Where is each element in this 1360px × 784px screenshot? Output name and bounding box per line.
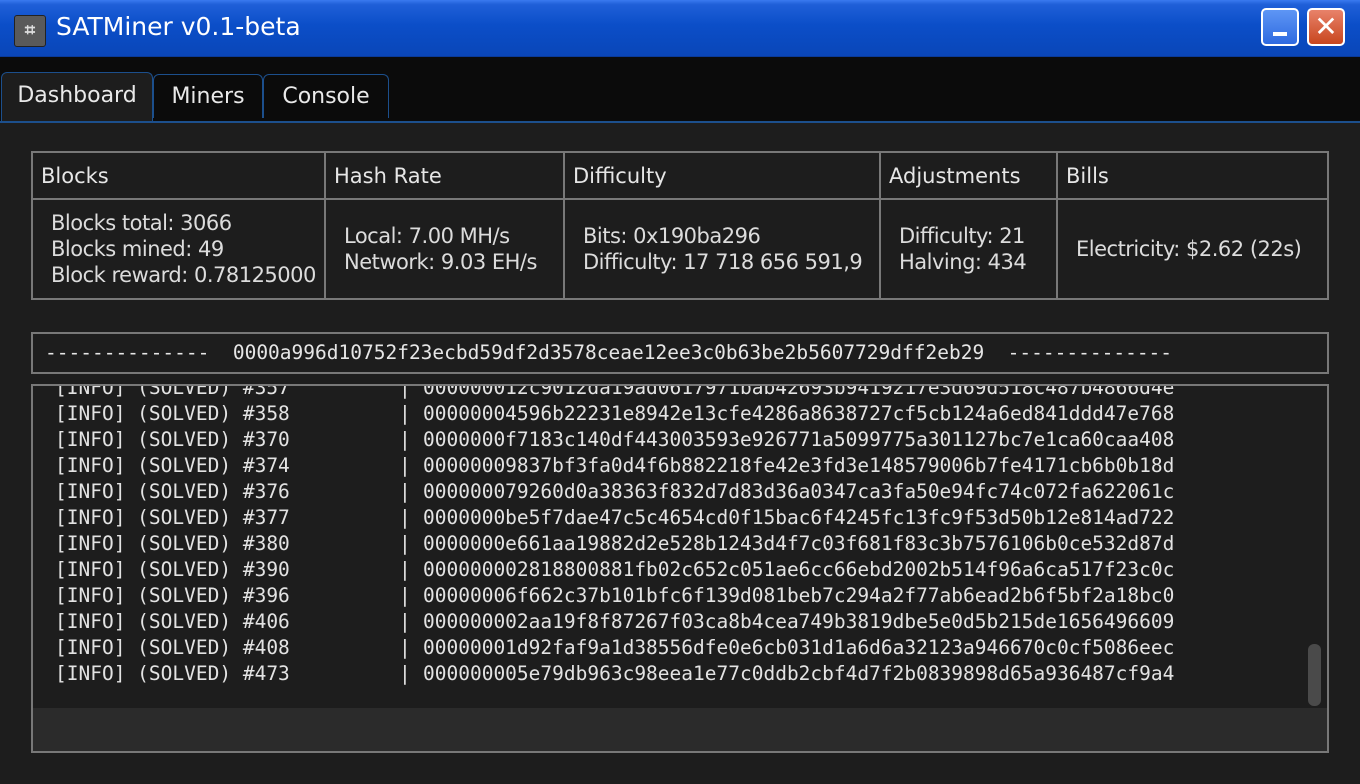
log-separator: | xyxy=(399,454,411,477)
log-separator: | xyxy=(399,636,411,659)
log-separator: | xyxy=(399,506,411,529)
local-hash-rate: Local: 7.00 MH/s xyxy=(344,224,510,248)
close-button[interactable]: ✕ xyxy=(1307,8,1345,46)
log-entry-text: [INFO] (SOLVED) #473 xyxy=(55,662,290,685)
app-icon[interactable]: ⌗ xyxy=(14,15,46,47)
log-separator: | xyxy=(399,584,411,607)
current-hash-bar: -------------- 0000a996d10752f23ecbd59df… xyxy=(31,332,1329,374)
title-bar[interactable]: ⌗ SATMiner v0.1-beta ✕ xyxy=(0,0,1360,57)
bills-column: Bills Electricity: $2.62 (22s) xyxy=(1056,153,1327,298)
scrollbar-thumb[interactable] xyxy=(1308,644,1321,706)
difficulty-header: Difficulty xyxy=(565,153,879,200)
tab-dashboard[interactable]: Dashboard xyxy=(1,72,153,121)
log-entry-text: [INFO] (SOLVED) #390 xyxy=(55,558,290,581)
log-entry-hash: 0000000e661aa19882d2e528b1243d4f7c03f681… xyxy=(423,532,1175,555)
log-entry-text: [INFO] (SOLVED) #377 xyxy=(55,506,290,529)
difficulty-adjustments: Difficulty: 21 xyxy=(899,224,1025,248)
difficulty-value: Difficulty: 17 718 656 591,9 xyxy=(583,250,863,274)
blocks-total: Blocks total: 3066 xyxy=(51,211,232,235)
adjustments-header: Adjustments xyxy=(881,153,1056,200)
log-separator: | xyxy=(399,386,411,399)
difficulty-column: Difficulty Bits: 0x190ba296 Difficulty: … xyxy=(563,153,879,298)
adjustments-column: Adjustments Difficulty: 21 Halving: 434 xyxy=(879,153,1056,298)
log-separator: | xyxy=(399,558,411,581)
log-entry-text: [INFO] (SOLVED) #406 xyxy=(55,610,290,633)
log-separator: | xyxy=(399,402,411,425)
hash-rate-header: Hash Rate xyxy=(326,153,563,200)
hash-rate-column: Hash Rate Local: 7.00 MH/s Network: 9.03… xyxy=(324,153,563,298)
log-entry-text: [INFO] (SOLVED) #380 xyxy=(55,532,290,555)
log-entry-hash: 00000004596b22231e8942e13cfe4286a8638727… xyxy=(423,402,1175,425)
log-scrollbar[interactable] xyxy=(1303,386,1327,708)
log-entry-hash: 00000006f662c37b101bfc6f139d081beb7c294a… xyxy=(423,584,1175,607)
close-icon: ✕ xyxy=(1314,10,1338,43)
log-separator: | xyxy=(399,662,411,685)
log-separator: | xyxy=(399,428,411,451)
log-entry-hash: 000000079260d0a38363f832d7d83d36a0347ca3… xyxy=(423,480,1175,503)
log-entry-hash: 000000002818800881fb02c652c051ae6cc66ebd… xyxy=(423,558,1175,581)
log-entry-hash: 0000000be5f7dae47c5c4654cd0f15bac6f4245f… xyxy=(423,506,1175,529)
log-entry-text: [INFO] (SOLVED) #358 xyxy=(55,402,290,425)
blocks-header: Blocks xyxy=(33,153,324,200)
log-entry-text: [INFO] (SOLVED) #357 xyxy=(55,386,290,399)
stats-table: Blocks Blocks total: 3066 Blocks mined: … xyxy=(31,151,1329,300)
network-hash-rate: Network: 9.03 EH/s xyxy=(344,250,537,274)
minimize-button[interactable] xyxy=(1261,8,1299,46)
log-viewport[interactable]: [INFO] (SOLVED) #357 | 000000012c9012da19a… xyxy=(33,386,1327,708)
log-footer xyxy=(33,708,1327,751)
log-separator: | xyxy=(399,610,411,633)
log-entry-text: [INFO] (SOLVED) #396 xyxy=(55,584,290,607)
app-window: ⌗ SATMiner v0.1-beta ✕ Dashboard Miners … xyxy=(0,0,1360,784)
difficulty-bits: Bits: 0x190ba296 xyxy=(583,224,761,248)
log-entry-text: [INFO] (SOLVED) #370 xyxy=(55,428,290,451)
log-entry-text: [INFO] (SOLVED) #374 xyxy=(55,454,290,477)
blocks-column: Blocks Blocks total: 3066 Blocks mined: … xyxy=(33,153,324,298)
log-entry-hash: 00000009837bf3fa0d4f6b882218fe42e3fd3e14… xyxy=(423,454,1175,477)
log-separator: | xyxy=(399,480,411,503)
log-entry-text: [INFO] (SOLVED) #408 xyxy=(55,636,290,659)
log-entry-hash: 000000002aa19f8f87267f03ca8b4cea749b3819… xyxy=(423,610,1175,633)
block-reward: Block reward: 0.78125000 xyxy=(51,263,316,287)
window-title: SATMiner v0.1-beta xyxy=(56,12,301,41)
tab-miners[interactable]: Miners xyxy=(153,74,263,118)
console-log[interactable]: [INFO] (SOLVED) #357 | 000000012c9012da19a… xyxy=(31,384,1329,753)
blocks-mined: Blocks mined: 49 xyxy=(51,237,224,261)
log-entry-hash: 00000001d92faf9a1d38556dfe0e6cb031d1a6d6… xyxy=(423,636,1175,659)
tab-console[interactable]: Console xyxy=(263,74,389,118)
tab-bar: Dashboard Miners Console xyxy=(0,57,1360,123)
log-entry-hash: 000000012c9012da19ad0617971bab42693b9419… xyxy=(423,386,1175,399)
electricity-bill: Electricity: $2.62 (22s) xyxy=(1076,237,1302,261)
log-entry-hash: 000000005e79db963c98eea1e77c0ddb2cbf4d7f… xyxy=(423,662,1175,685)
halving-adjustments: Halving: 434 xyxy=(899,250,1027,274)
log-entry-hash: 0000000f7183c140df443003593e926771a50997… xyxy=(423,428,1175,451)
log-entry-text: [INFO] (SOLVED) #376 xyxy=(55,480,290,503)
log-separator: | xyxy=(399,532,411,555)
bills-header: Bills xyxy=(1058,153,1327,200)
minimize-icon xyxy=(1273,32,1287,36)
